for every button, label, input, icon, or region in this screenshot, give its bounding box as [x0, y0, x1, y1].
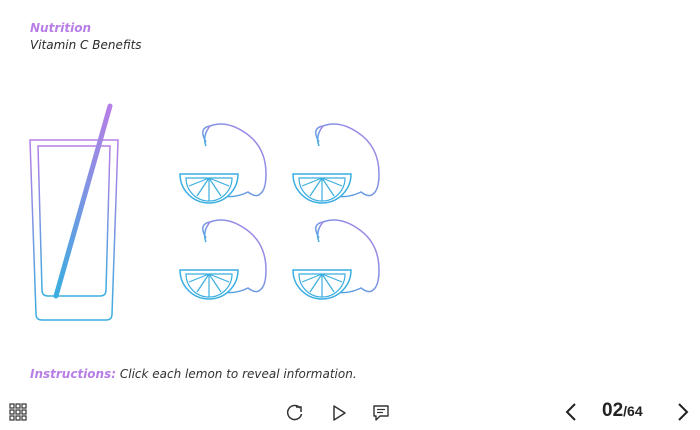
- instructions: Instructions: Click each lemon to reveal…: [30, 367, 357, 381]
- grid-menu-icon[interactable]: [8, 402, 28, 422]
- lemon-4[interactable]: [289, 218, 389, 304]
- play-icon[interactable]: [328, 402, 350, 424]
- slide-header: Nutrition Vitamin C Benefits: [30, 20, 142, 54]
- replay-icon[interactable]: [284, 402, 306, 424]
- page-current: 02: [602, 400, 624, 421]
- instructions-text: Click each lemon to reveal information.: [119, 367, 357, 381]
- notes-icon[interactable]: [370, 402, 392, 424]
- lemon-icon: [179, 219, 267, 300]
- slide-title: Vitamin C Benefits: [30, 38, 142, 52]
- lemon-icon: [292, 219, 380, 300]
- section-title: Nutrition: [30, 21, 91, 35]
- lemon-icon: [179, 123, 267, 204]
- glass-with-straw-icon: [26, 100, 126, 326]
- page-indicator: 02/64: [602, 400, 643, 422]
- instructions-label: Instructions:: [30, 367, 117, 381]
- chevron-right-icon[interactable]: [672, 400, 694, 424]
- chevron-left-icon[interactable]: [560, 400, 582, 424]
- player-toolbar: 02/64: [0, 394, 700, 430]
- lemon-1[interactable]: [176, 122, 276, 208]
- lemon-icon: [292, 123, 380, 204]
- lemon-3[interactable]: [176, 218, 276, 304]
- lemon-2[interactable]: [289, 122, 389, 208]
- page-total: /64: [623, 403, 643, 419]
